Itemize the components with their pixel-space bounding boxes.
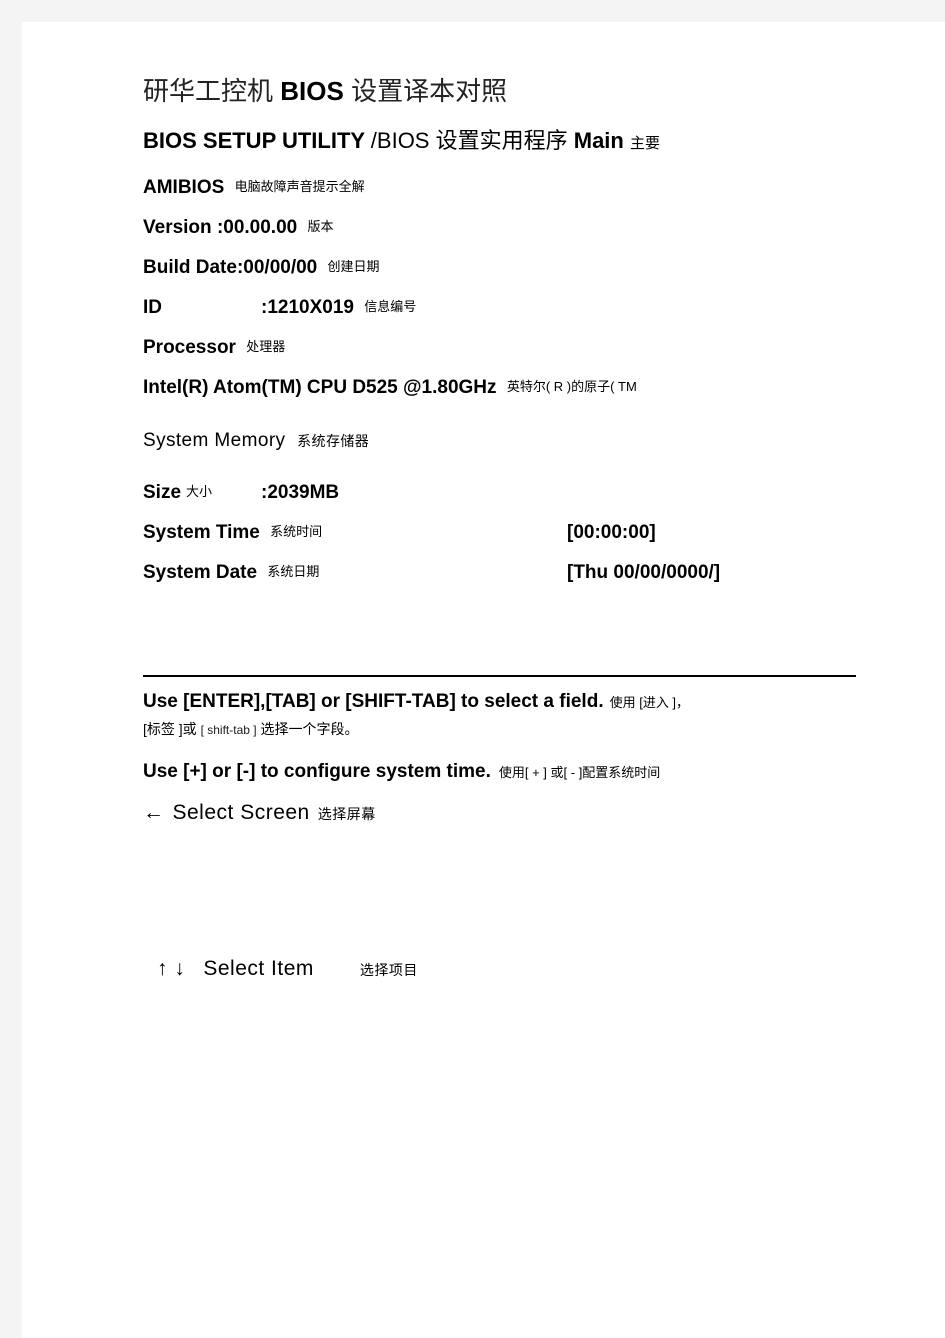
help-select-field-en: Use [ENTER],[TAB] or [SHIFT-TAB] to sele… [143, 691, 604, 712]
id-label: ID [143, 297, 162, 318]
tab-main-cn: 主要 [630, 135, 661, 152]
processor-label-cn: 处理器 [246, 339, 286, 354]
system-memory-section-header: System Memory 系统存储器 [143, 431, 878, 450]
memory-size-label-cn: 大小 [186, 484, 213, 499]
document-page: 研华工控机 BIOS 设置译本对照 BIOS SETUP UTILITY /BI… [22, 22, 945, 1338]
system-date-label: System Date [143, 562, 258, 583]
cpu-model-value: Intel(R) Atom(TM) CPU D525 @1.80GHz [143, 377, 497, 398]
help-configure-time-cn: 使用[ + ] 或[ - ]配置系统时间 [498, 765, 661, 780]
system-time-value[interactable]: [00:00:00] [567, 523, 656, 542]
info-row: Build Date:00/00/00 创建日期 [143, 258, 878, 277]
arrow-left-icon: ← [143, 801, 165, 824]
nav-select-screen-cn: 选择屏幕 [317, 806, 376, 822]
memory-size-label-group: Size 大小 [143, 483, 261, 502]
build-date-value: :00/00/00 [236, 257, 318, 278]
id-label-cn: 信息编号 [364, 299, 417, 314]
info-row: Version :00.00.00 版本 [143, 218, 878, 237]
help-cn-part-b: [ shift-tab ] [200, 723, 257, 737]
cpu-model-cn: 英特尔( R )的原子( TM [506, 379, 637, 394]
page-title: 研华工控机 BIOS 设置译本对照 [143, 78, 878, 104]
help-text-configure-time: Use [+] or [-] to configure system time.… [143, 761, 878, 783]
version-label: Version [143, 217, 212, 238]
info-row: System Date 系统日期 [Thu 00/00/0000/] [143, 563, 878, 582]
info-row: Processor 处理器 [143, 338, 878, 357]
nav-select-item-cn: 选择项目 [359, 962, 418, 978]
page-title-cn: 研华工控机 [143, 76, 274, 106]
help-text-select-field: Use [ENTER],[TAB] or [SHIFT-TAB] to sele… [143, 691, 878, 713]
info-row: AMIBIOS 电脑故障声音提示全解 [143, 178, 878, 197]
amibios-label: AMIBIOS [143, 177, 225, 198]
system-memory-label-cn: 系统存储器 [297, 433, 370, 449]
utility-header-cn: 设置实用程序 [435, 128, 568, 153]
system-time-label-cn: 系统时间 [270, 524, 323, 539]
nav-select-screen-label: Select Screen [172, 801, 310, 824]
arrow-updown-icon: ↑ ↓ [157, 957, 203, 980]
info-row: System Time 系统时间 [00:00:00] [143, 523, 878, 542]
help-select-field-cn: 使用 [进入 ]， [609, 695, 690, 710]
arrow-down-icon: ↓ [174, 957, 186, 980]
utility-header-en: BIOS SETUP UTILITY [143, 128, 365, 153]
system-time-label: System Time [143, 522, 260, 543]
system-memory-label: System Memory [143, 430, 286, 451]
info-row: Size 大小 :2039MB [143, 483, 878, 502]
help-text-select-field-cn-continued: [标签 ]或 [ shift-tab ] 选择一个字段。 [143, 719, 878, 739]
bios-utility-header: BIOS SETUP UTILITY /BIOS 设置实用程序 Main 主要 [143, 130, 878, 152]
info-row: ID :1210X019 信息编号 [143, 298, 878, 317]
arrow-up-icon: ↑ [157, 957, 168, 980]
page-title-cn-tail: 设置译本对照 [351, 76, 508, 106]
help-cn-part-a: [标签 ]或 [143, 721, 197, 737]
system-date-label-cn: 系统日期 [267, 564, 320, 579]
document-content: 研华工控机 BIOS 设置译本对照 BIOS SETUP UTILITY /BI… [143, 78, 878, 981]
nav-hint-select-item: ↑ ↓ Select Item 选择项目 [143, 957, 878, 981]
section-divider [143, 675, 856, 677]
build-date-label: Build Date [143, 257, 237, 278]
processor-label: Processor [143, 337, 236, 358]
system-date-value[interactable]: [Thu 00/00/0000/] [567, 563, 720, 582]
amibios-label-cn: 电脑故障声音提示全解 [234, 179, 365, 194]
utility-header-separator: /BIOS [370, 128, 430, 153]
nav-select-item-label: Select Item [203, 957, 314, 980]
nav-hint-select-screen: ← Select Screen 选择屏幕 [143, 801, 878, 825]
build-date-label-cn: 创建日期 [327, 259, 380, 274]
help-configure-time-en: Use [+] or [-] to configure system time. [143, 761, 491, 782]
version-label-cn: 版本 [307, 219, 334, 234]
page-title-en: BIOS [280, 76, 344, 106]
info-row: Intel(R) Atom(TM) CPU D525 @1.80GHz 英特尔(… [143, 378, 878, 397]
id-value: :1210X019 [261, 297, 354, 318]
help-cn-part-c: 选择一个字段。 [260, 721, 359, 737]
memory-size-label: Size [143, 482, 182, 503]
tab-main[interactable]: Main [574, 128, 624, 153]
version-value: :00.00.00 [216, 217, 298, 238]
memory-size-value: :2039MB [261, 482, 340, 503]
